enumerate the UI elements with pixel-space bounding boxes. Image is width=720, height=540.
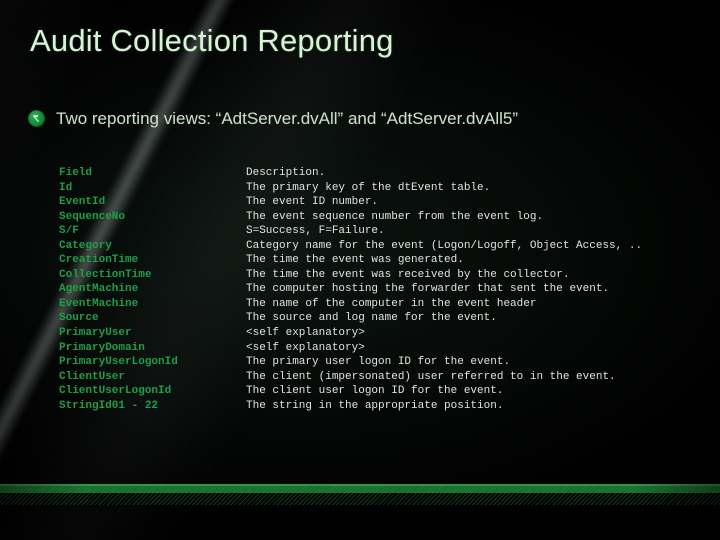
table-cell-description: The client (impersonated) user referred … xyxy=(246,370,616,383)
table-cell-field: EventMachine xyxy=(59,297,139,310)
table-cell-field: SequenceNo xyxy=(59,210,126,223)
table-cell-description: S=Success, F=Failure. xyxy=(246,225,385,238)
table-row: Category Category name for the event (Log… xyxy=(59,239,689,254)
table-cell-field: PrimaryUserLogonId xyxy=(59,356,178,369)
table-cell-description: <self explanatory> xyxy=(246,327,365,340)
table-row: Source The source and log name for the ev… xyxy=(59,311,689,326)
table-cell-field: ClientUser xyxy=(59,370,126,383)
table-cell-field: ClientUserLogonId xyxy=(59,385,172,398)
table-row: EventId The event ID number. xyxy=(59,195,689,210)
table-cell-field: S/F xyxy=(59,225,79,238)
table-cell-field: PrimaryUser xyxy=(59,327,132,340)
table-cell-description: The name of the computer in the event he… xyxy=(246,297,537,310)
slide-title: Audit Collection Reporting xyxy=(30,23,394,58)
table-cell-description: The time the event was received by the c… xyxy=(246,268,570,281)
table-cell-field: EventId xyxy=(59,196,106,209)
green-arrow-bullet-icon xyxy=(28,110,45,127)
table-cell-field: Id xyxy=(59,181,73,194)
field-description-table: Field Description. Id The primary key of th… xyxy=(59,166,689,413)
table-cell-description: <self explanatory> xyxy=(246,341,365,354)
table-row: PrimaryDomain <self explanatory> xyxy=(59,341,689,356)
table-cell-description: The string in the appropriate position. xyxy=(246,399,504,412)
table-cell-field: StringId01 - 22 xyxy=(59,399,159,412)
bullet-item: Two reporting views: “AdtServer.dvAll” a… xyxy=(28,108,518,129)
table-cell-description: The event sequence number from the event… xyxy=(246,210,544,223)
table-cell-field: AgentMachine xyxy=(59,283,139,296)
table-row: PrimaryUserLogonId The primary user logon… xyxy=(59,355,689,370)
bullet-text: Two reporting views: “AdtServer.dvAll” a… xyxy=(56,109,519,128)
footer-green-stripe xyxy=(0,484,720,493)
footer-accent-band xyxy=(0,484,720,505)
table-cell-field: CollectionTime xyxy=(59,268,152,281)
table-row: StringId01 - 22 The string in the appropr… xyxy=(59,399,689,414)
table-row: EventMachine The name of the computer in … xyxy=(59,297,689,312)
table-header-row: Field Description. xyxy=(59,166,689,181)
footer-hatched-stripe xyxy=(0,493,720,505)
table-cell-description: Category name for the event (Logon/Logof… xyxy=(246,239,643,252)
table-row: Id The primary key of the dtEvent table. xyxy=(59,181,689,196)
table-row: ClientUserLogonId The client user logon I… xyxy=(59,384,689,399)
table-row: SequenceNo The event sequence number from… xyxy=(59,210,689,225)
table-header-field: Field xyxy=(59,167,93,179)
table-row: CollectionTime The time the event was rec… xyxy=(59,268,689,283)
table-row: AgentMachine The computer hosting the for… xyxy=(59,282,689,297)
table-cell-description: The source and log name for the event. xyxy=(246,312,497,325)
table-cell-description: The primary key of the dtEvent table. xyxy=(246,181,491,194)
table-row: CreationTime The time the event was gener… xyxy=(59,253,689,268)
table-row: ClientUser The client (impersonated) user… xyxy=(59,370,689,385)
table-cell-field: CreationTime xyxy=(59,254,139,267)
table-cell-description: The event ID number. xyxy=(246,196,379,209)
table-row: S/F S=Success, F=Failure. xyxy=(59,224,689,239)
table-cell-field: Source xyxy=(59,312,99,325)
table-cell-field: PrimaryDomain xyxy=(59,341,145,354)
table-cell-description: The client user logon ID for the event. xyxy=(246,385,504,398)
slide: Audit Collection Reporting Two reporting… xyxy=(0,0,720,540)
table-row: PrimaryUser <self explanatory> xyxy=(59,326,689,341)
table-cell-description: The computer hosting the forwarder that … xyxy=(246,283,610,296)
table-cell-field: Category xyxy=(59,239,112,252)
table-cell-description: The time the event was generated. xyxy=(246,254,464,267)
table-header-description: Description. xyxy=(246,167,326,179)
table-cell-description: The primary user logon ID for the event. xyxy=(246,356,511,369)
